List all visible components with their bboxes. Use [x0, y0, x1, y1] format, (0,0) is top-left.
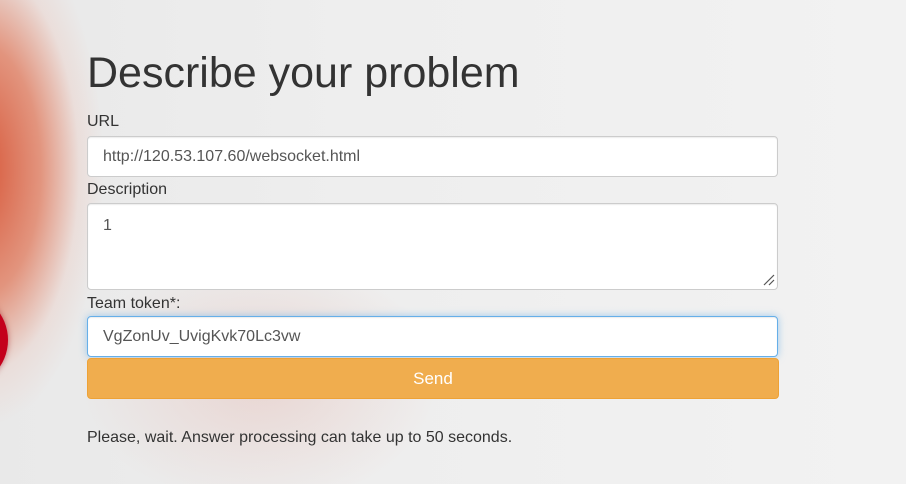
team-token-label: Team token*: [87, 295, 181, 312]
send-button[interactable]: Send [87, 358, 779, 399]
url-input[interactable] [87, 136, 778, 177]
description-label: Description [87, 181, 168, 198]
page-title: Describe your problem [87, 49, 520, 97]
url-label: URL [87, 113, 120, 130]
resize-grip-icon[interactable] [761, 272, 775, 286]
team-token-input[interactable] [87, 316, 778, 357]
status-message: Please, wait. Answer processing can take… [87, 429, 513, 446]
description-textarea[interactable]: 1 [87, 203, 778, 290]
